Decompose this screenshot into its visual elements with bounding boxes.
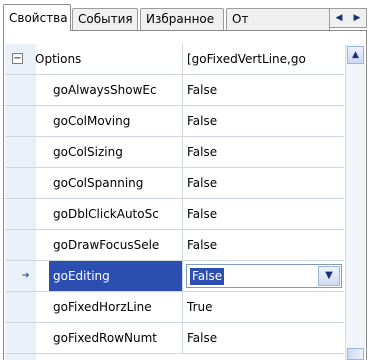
tab-scroll-buttons: ◀ ▶	[329, 8, 367, 28]
property-row[interactable]: goDrawFocusSele False	[5, 230, 344, 261]
property-value[interactable]: False	[184, 168, 344, 198]
property-value[interactable]: False	[184, 106, 344, 136]
property-row[interactable]: goDblClickAutoSc False	[5, 199, 344, 230]
triangle-right-icon[interactable]: ▶	[354, 13, 361, 23]
property-name: goColSpanning	[49, 168, 183, 198]
property-name: goDrawFocusSele	[49, 230, 183, 260]
property-value[interactable]: [goFixedVertLine,go	[184, 44, 344, 74]
value-dropdown[interactable]: False ▼	[186, 264, 342, 288]
property-value[interactable]: False	[184, 230, 344, 260]
category-row-options[interactable]: − Options [goFixedVertLine,go	[5, 44, 344, 75]
property-row[interactable]: goAlwaysShowEc False	[5, 75, 344, 106]
property-row[interactable]: goColSpanning False	[5, 168, 344, 199]
tab-bar: Свойства События Избранное От ◀ ▶	[0, 0, 371, 31]
property-row-selected[interactable]: ➔ goEditing False ▼	[5, 261, 344, 292]
property-name: goColMoving	[49, 106, 183, 136]
tab-other[interactable]: От	[226, 8, 330, 30]
property-name: goDblClickAutoSc	[49, 199, 183, 229]
property-name: goAlwaysShowEc	[49, 75, 183, 105]
property-grid: − Options [goFixedVertLine,go goAlwaysSh…	[5, 44, 344, 354]
property-row[interactable]: goColMoving False	[5, 106, 344, 137]
property-value[interactable]: False	[184, 137, 344, 167]
arrow-right-icon: ➔	[22, 271, 30, 281]
scrollbar-thumb[interactable]	[347, 348, 364, 360]
property-value[interactable]: False	[184, 75, 344, 105]
property-value[interactable]: False	[184, 199, 344, 229]
property-row[interactable]: goFixedRowNumt False	[5, 323, 344, 354]
property-value-editor-cell: False ▼	[184, 261, 344, 291]
property-value[interactable]: False	[184, 323, 344, 353]
property-name: goFixedHorzLine	[49, 292, 183, 322]
tab-properties[interactable]: Свойства	[3, 4, 71, 31]
tab-favorites[interactable]: Избранное	[140, 8, 224, 30]
triangle-left-icon[interactable]: ◀	[336, 13, 343, 23]
property-name: Options	[31, 44, 183, 74]
minus-icon[interactable]: −	[12, 53, 23, 64]
chevron-up-icon[interactable]: ▲	[347, 46, 364, 64]
vertical-scrollbar[interactable]: ▲	[345, 44, 365, 360]
value-dropdown-text[interactable]: False	[190, 268, 225, 285]
property-value[interactable]: True	[184, 292, 344, 322]
tab-events[interactable]: События	[72, 8, 138, 30]
chevron-down-icon[interactable]: ▼	[318, 266, 340, 286]
property-name: goFixedRowNumt	[49, 323, 183, 353]
property-row[interactable]: goColSizing False	[5, 137, 344, 168]
property-name: goColSizing	[49, 137, 183, 167]
property-row[interactable]: goFixedHorzLine True	[5, 292, 344, 323]
property-name: goEditing	[49, 261, 183, 291]
